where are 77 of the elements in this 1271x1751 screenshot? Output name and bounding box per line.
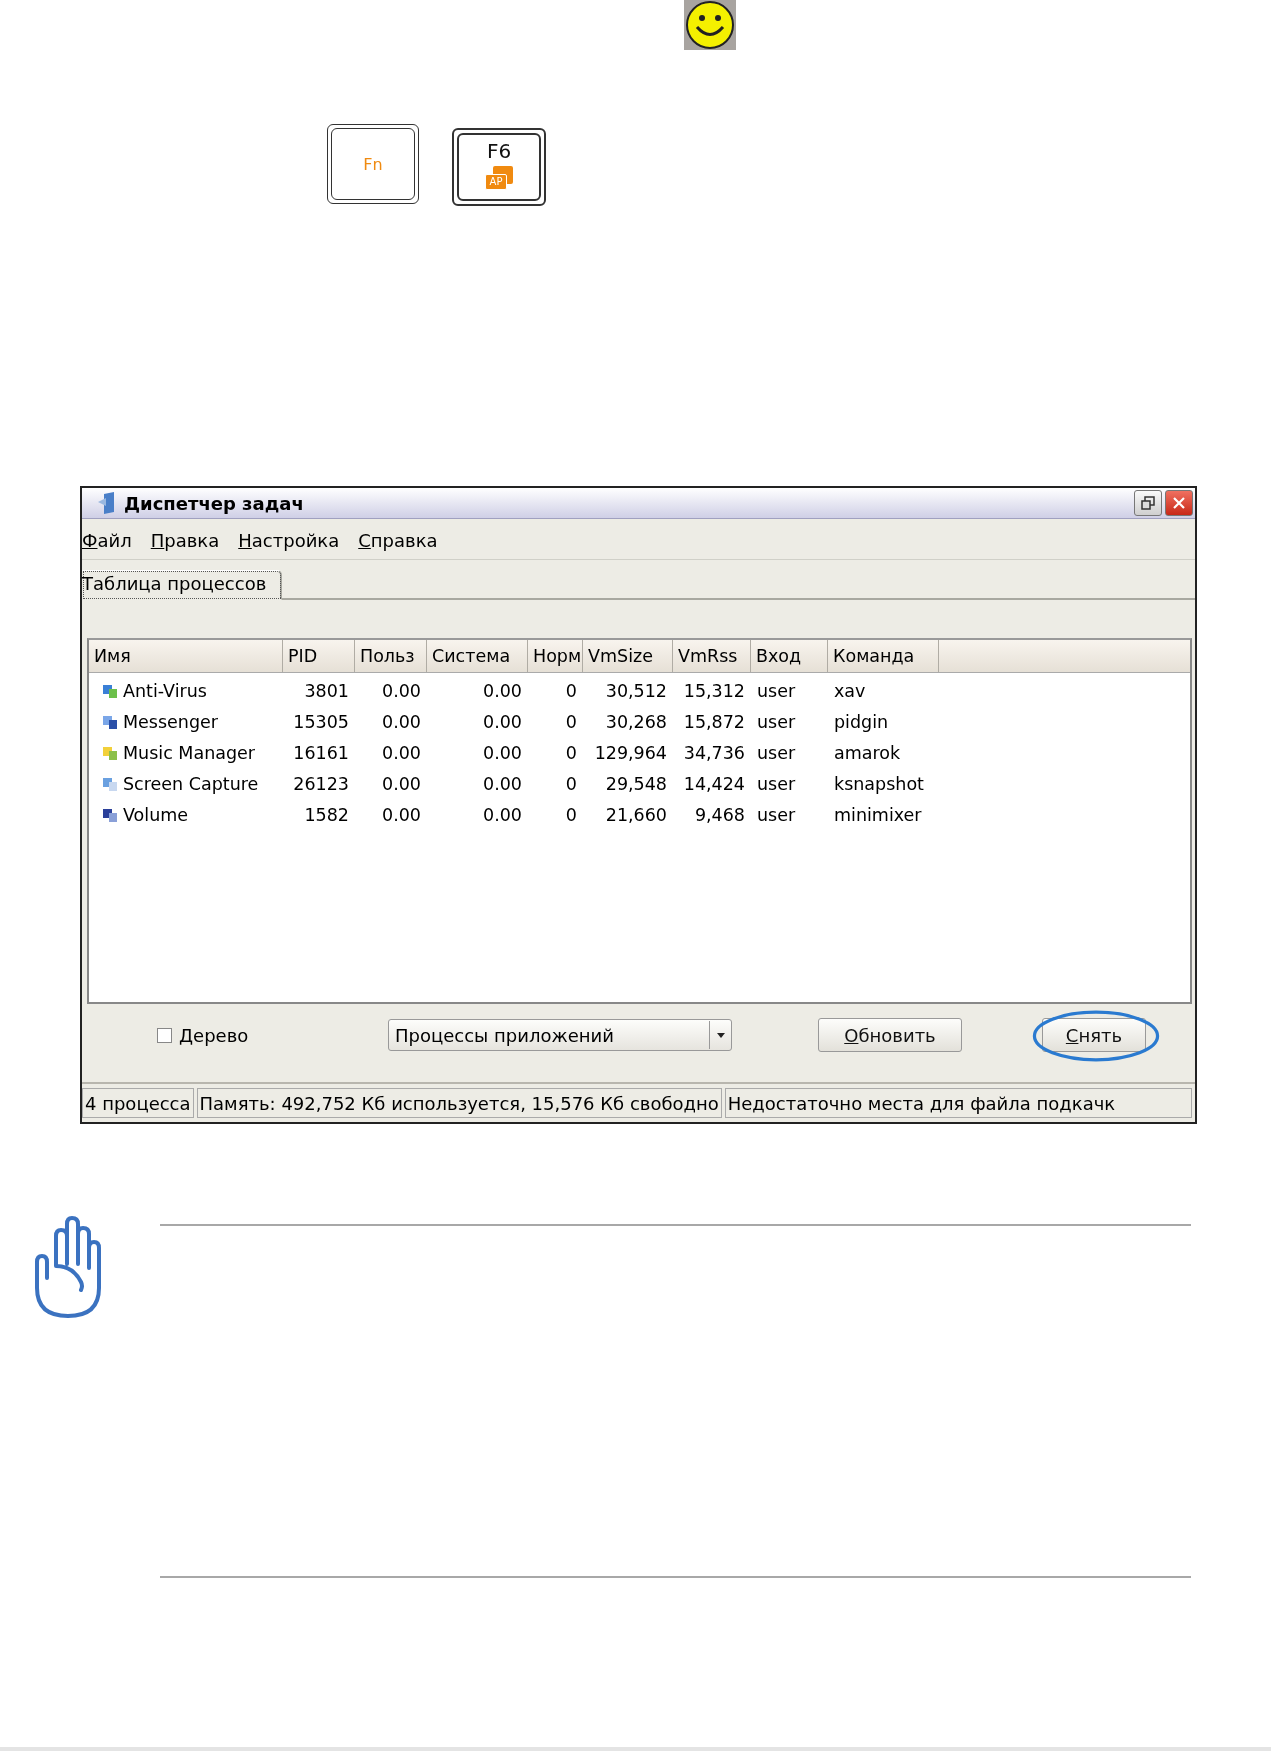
table-cell: 0 <box>565 680 577 701</box>
table-cell: user <box>757 711 796 732</box>
table-cell: ksnapshot <box>834 773 924 794</box>
table-cell: 30,512 <box>605 680 667 701</box>
column-header[interactable]: Норм <box>528 640 583 672</box>
column-header[interactable]: Команда <box>828 640 939 672</box>
table-cell: user <box>757 804 796 825</box>
table-cell: user <box>757 773 796 794</box>
smiley-icon <box>684 0 736 50</box>
table-cell: 0.00 <box>483 804 522 825</box>
status-bar-cell: Недостаточно места для файла подкачк <box>724 1088 1192 1118</box>
table-cell: Messenger <box>123 711 219 732</box>
table-cell: 0 <box>565 711 577 732</box>
table-cell: 0.00 <box>483 742 522 763</box>
table-cell: 14,424 <box>683 773 745 794</box>
table-cell: 0.00 <box>483 773 522 794</box>
table-cell: 34,736 <box>683 742 745 763</box>
restore-icon <box>1141 496 1155 510</box>
column-header[interactable]: Имя <box>89 640 283 672</box>
table-cell: Screen Capture <box>123 773 259 794</box>
window-title: Диспетчер задач <box>124 492 304 514</box>
table-cell: 0.00 <box>382 742 421 763</box>
table-cell: 15,872 <box>683 711 745 732</box>
app-icon <box>96 492 116 514</box>
table-cell: 0 <box>565 742 577 763</box>
table-cell: 26123 <box>293 773 349 794</box>
table-cell: 0.00 <box>382 804 421 825</box>
table-cell: user <box>757 680 796 701</box>
table-cell: 0.00 <box>382 680 421 701</box>
table-cell: 0 <box>565 804 577 825</box>
table-cell: 9,468 <box>694 804 745 825</box>
button[interactable]: Снять <box>1042 1018 1146 1052</box>
table-cell: Volume <box>123 804 189 825</box>
table-cell: 0.00 <box>483 711 522 732</box>
column-header[interactable]: Польз <box>355 640 427 672</box>
menu-item[interactable]: Настройка <box>238 529 340 551</box>
table-cell: 16161 <box>293 742 349 763</box>
table-cell: Music Manager <box>123 742 256 763</box>
close-icon <box>1172 496 1186 510</box>
table-cell: 0 <box>565 773 577 794</box>
tab[interactable]: Таблица процессов <box>82 570 283 600</box>
fn-key: Fn <box>327 124 419 204</box>
column-header[interactable]: Вход <box>751 640 828 672</box>
table-cell: 15305 <box>293 711 349 732</box>
table-cell: 1582 <box>304 804 349 825</box>
menu-item[interactable]: Справка <box>358 529 438 551</box>
table-cell: 0.00 <box>382 711 421 732</box>
button[interactable]: Обновить <box>818 1018 962 1052</box>
table-cell: Anti-Virus <box>123 680 207 701</box>
menu-item[interactable]: Файл <box>82 529 132 551</box>
table-cell: 21,660 <box>605 804 667 825</box>
table-cell: user <box>757 742 796 763</box>
checkbox[interactable] <box>157 1027 172 1043</box>
table-cell: 0.00 <box>483 680 522 701</box>
status-bar-cell: Память: 492,752 Кб используется, 15,576 Кб свободно <box>196 1088 722 1118</box>
table-cell: pidgin <box>834 711 889 732</box>
filter-dropdown[interactable]: Процессы приложений <box>388 1019 732 1051</box>
table-cell: 29,548 <box>605 773 667 794</box>
table-cell: amarok <box>834 742 901 763</box>
table-cell: 129,964 <box>594 742 667 763</box>
table-cell: minimixer <box>834 804 922 825</box>
column-header[interactable]: VmSize <box>583 640 673 672</box>
column-header[interactable]: PID <box>283 640 355 672</box>
status-bar-cell: 4 процесса <box>82 1088 194 1118</box>
column-header[interactable]: VmRss <box>673 640 751 672</box>
checkbox-label[interactable]: Дерево <box>179 1024 249 1046</box>
table-cell: 0.00 <box>382 773 421 794</box>
menu-item[interactable]: Правка <box>150 529 220 551</box>
hand-icon <box>33 1216 103 1321</box>
close-button[interactable] <box>1165 490 1193 516</box>
column-header[interactable]: Система <box>427 640 528 672</box>
table-cell: 3801 <box>304 680 349 701</box>
restore-button[interactable] <box>1134 490 1162 516</box>
table-cell: 15,312 <box>683 680 745 701</box>
table-cell: 30,268 <box>605 711 667 732</box>
table-cell: xav <box>834 680 866 701</box>
f6-key: F6 AP <box>452 128 546 206</box>
